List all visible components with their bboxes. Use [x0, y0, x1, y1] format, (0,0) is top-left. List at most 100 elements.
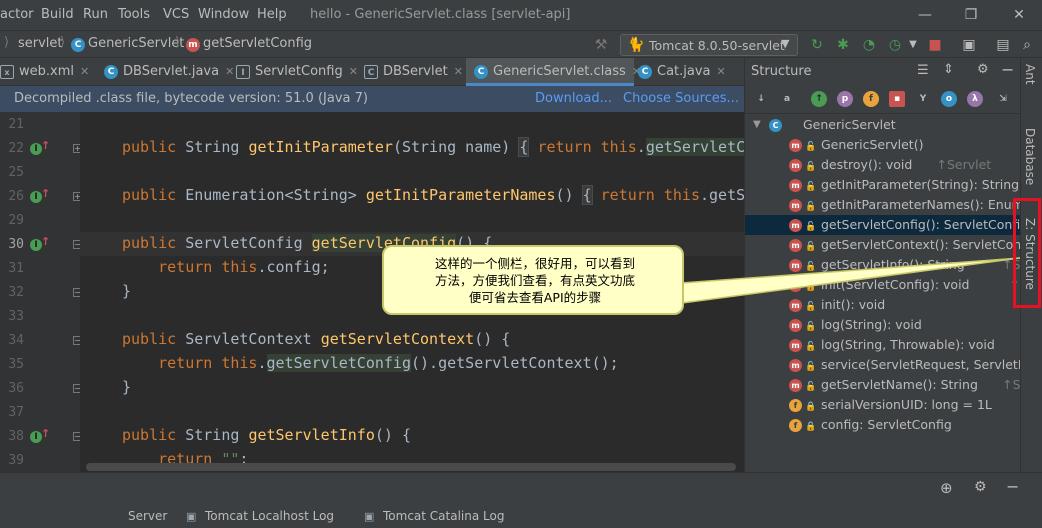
method-icon: m: [789, 319, 802, 332]
structure-member-label: log(String, Throwable): void: [821, 337, 995, 352]
horizontal-scrollbar[interactable]: [86, 463, 736, 471]
structure-toolbar: ↓ a ↑ p f ▪ Y o λ ⇲: [745, 86, 1020, 114]
show-fields-icon[interactable]: f: [863, 91, 879, 107]
menu-tools[interactable]: Tools: [118, 7, 150, 22]
download-sources-link[interactable]: Download...: [535, 91, 612, 106]
tab-servletconfig[interactable]: I ServletConfig ✕: [236, 58, 358, 86]
tab-dbservlet[interactable]: C DBServlet ✕: [364, 58, 464, 86]
structure-member-label: getInitParameter(String): String: [821, 177, 1020, 192]
chevron-right-icon: ⟩: [4, 35, 10, 50]
menu-window[interactable]: Window: [198, 7, 249, 22]
private-lock-icon: 🔒: [805, 402, 817, 412]
menu-help[interactable]: Help: [257, 7, 287, 22]
close-icon[interactable]: ✕: [225, 65, 234, 78]
chevron-down-icon[interactable]: ▼: [904, 36, 922, 54]
minimize-button[interactable]: —: [914, 4, 936, 26]
show-properties-icon[interactable]: p: [837, 91, 853, 107]
show-non-public-icon[interactable]: ▪: [889, 91, 905, 107]
ant-tool-tab[interactable]: Ant: [1023, 64, 1037, 85]
collapse-all-icon[interactable]: ☰: [917, 63, 929, 78]
restore-button[interactable]: ❐: [960, 4, 982, 26]
tab-dbservlet-java[interactable]: C DBServlet.java ✕: [104, 58, 234, 86]
close-icon[interactable]: ✕: [80, 65, 89, 78]
database-tool-tab[interactable]: Database: [1023, 128, 1037, 185]
profile-icon[interactable]: ◷: [886, 36, 904, 54]
tab-label: Cat.java: [657, 64, 711, 79]
gear-icon[interactable]: ⚙: [977, 62, 989, 77]
tab-genericservlet-class[interactable]: C GenericServlet.class ✕: [466, 58, 641, 86]
structure-member[interactable]: m🔓 getServletContext(): ServletContext: [745, 235, 1020, 255]
sort-visibility-icon[interactable]: ↓: [753, 91, 769, 107]
breadcrumb-class[interactable]: GenericServlet: [88, 36, 184, 51]
structure-member[interactable]: m 🔓 GenericServlet(): [745, 135, 1020, 155]
show-hierarchy-icon[interactable]: Y: [915, 91, 931, 107]
structure-member[interactable]: m 🔓 getInitParameterNames(): Enume: [745, 195, 1020, 215]
structure-member-label: getServletConfig(): ServletConfig: [821, 217, 1020, 232]
stop-icon[interactable]: ■: [926, 36, 944, 54]
close-icon[interactable]: ✕: [349, 65, 358, 78]
show-lambdas-icon[interactable]: λ: [967, 91, 983, 107]
rerun-icon[interactable]: ↻: [808, 36, 826, 54]
tab-server[interactable]: Server: [128, 509, 167, 523]
class-icon: C: [769, 119, 782, 132]
run-configuration-select[interactable]: 🐈 Tomcat 8.0.50-servlet ▼: [620, 34, 798, 56]
structure-member[interactable]: m 🔓 destroy(): void ↑Servlet: [745, 155, 1020, 175]
breadcrumb-package[interactable]: servlet: [18, 36, 63, 51]
debug-icon[interactable]: ✱: [834, 36, 852, 54]
split-icon[interactable]: ⇕: [943, 62, 954, 77]
expand-icon[interactable]: ⇲: [995, 91, 1011, 107]
breadcrumb-method[interactable]: getServletConfig: [203, 36, 312, 51]
project-structure-icon[interactable]: ▣: [960, 36, 978, 54]
menu-run[interactable]: Run: [83, 7, 108, 22]
menu-refactor[interactable]: actor: [0, 7, 34, 22]
editor-gutter: 21 22 I ↑ + 25 26 I ↑ + 29 30 I ↑ − 31 32 −…: [0, 112, 82, 472]
hide-panel-icon[interactable]: −: [1001, 60, 1014, 79]
line-number: 26: [8, 189, 24, 204]
structure-member[interactable]: m🔓 getServletName(): String ↑ServletC: [745, 375, 1020, 395]
structure-member-label: serialVersionUID: long = 1L: [821, 397, 992, 412]
structure-member[interactable]: m 🔓 init(): void: [745, 295, 1020, 315]
structure-member[interactable]: m🔓getServletInfo(): String↑Servlet: [745, 255, 1020, 275]
close-window-button[interactable]: ✕: [1008, 4, 1030, 26]
code-line: public Enumeration<String> getInitParame…: [122, 185, 744, 205]
coverage-icon[interactable]: ◔: [860, 36, 878, 54]
structure-member[interactable]: f 🔒 config: ServletConfig: [745, 415, 1020, 435]
menu-vcs[interactable]: VCS: [163, 7, 189, 22]
tab-cat-java[interactable]: C Cat.java ✕: [636, 58, 744, 86]
show-anonymous-icon[interactable]: o: [941, 91, 957, 107]
tab-tomcat-localhost-log[interactable]: Tomcat Localhost Log: [205, 509, 334, 523]
code-line: public ServletContext getServletContext(…: [122, 330, 511, 348]
structure-member[interactable]: m🔓 service(ServletRequest, ServletResp: [745, 355, 1020, 375]
sort-alpha-icon[interactable]: a: [779, 91, 795, 107]
line-number: 34: [8, 333, 24, 348]
tab-web-xml[interactable]: x web.xml ✕: [0, 58, 104, 86]
structure-member[interactable]: m🔓getInitParameter(String): String↑Se: [745, 175, 1020, 195]
close-icon[interactable]: ✕: [454, 65, 463, 78]
hammer-icon[interactable]: ⚒: [592, 36, 610, 54]
line-number: 37: [8, 405, 24, 420]
sdk-icon[interactable]: ▤: [994, 36, 1012, 54]
structure-member-origin: ↑Servlet: [936, 157, 992, 172]
show-inherited-icon[interactable]: ↑: [811, 91, 827, 107]
structure-member[interactable]: m🔓init(ServletConfig): void↑Servlet: [745, 275, 1020, 295]
structure-member-label: getServletContext(): ServletContext: [821, 237, 1020, 252]
close-icon[interactable]: ✕: [717, 65, 726, 78]
gear-icon[interactable]: ⚙: [974, 479, 987, 495]
tree-root-class[interactable]: ▼ C GenericServlet: [745, 115, 1020, 135]
structure-member-label: init(): void: [821, 297, 886, 312]
structure-member[interactable]: m🔓getServletConfig(): ServletConfig↑: [745, 215, 1020, 235]
search-icon[interactable]: ⌕: [1018, 36, 1036, 54]
structure-member[interactable]: m 🔓 log(String): void: [745, 315, 1020, 335]
menu-build[interactable]: Build: [41, 7, 74, 22]
method-icon: m: [789, 359, 802, 372]
target-icon[interactable]: ⊕: [940, 479, 953, 497]
banner-text: Decompiled .class file, bytecode version…: [14, 91, 368, 106]
tab-label: DBServlet: [383, 64, 448, 79]
structure-member[interactable]: f 🔒 serialVersionUID: long = 1L: [745, 395, 1020, 415]
choose-sources-link[interactable]: Choose Sources...: [623, 91, 739, 106]
structure-member[interactable]: m 🔓 log(String, Throwable): void: [745, 335, 1020, 355]
class-icon: C: [104, 64, 118, 79]
hide-panel-icon[interactable]: −: [1006, 477, 1019, 496]
tab-tomcat-catalina-log[interactable]: Tomcat Catalina Log: [383, 509, 504, 523]
public-icon: 🔓: [805, 382, 817, 392]
